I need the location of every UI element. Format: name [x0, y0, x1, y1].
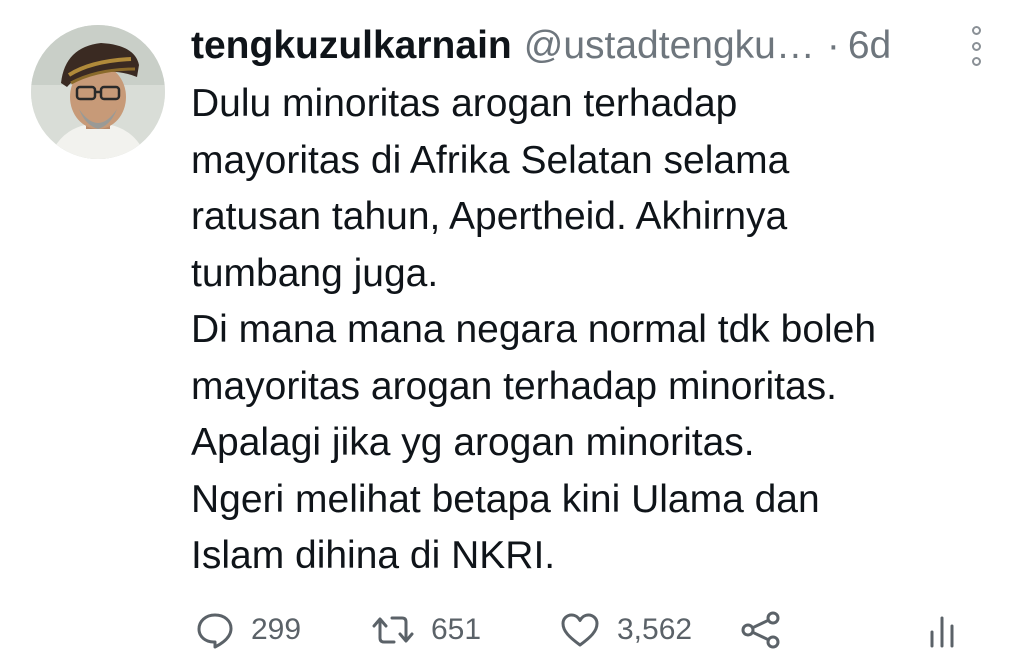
- display-name[interactable]: tengkuzulkarnain: [191, 24, 512, 68]
- retweet-button[interactable]: 651: [371, 600, 481, 660]
- like-count: 3,562: [617, 613, 693, 646]
- timestamp[interactable]: 6d: [848, 24, 891, 68]
- tweet-text-line: Dulu minoritas arogan terhadap: [191, 82, 738, 125]
- reply-button[interactable]: 299: [195, 600, 301, 660]
- tweet-text-line: Apalagi jika yg arogan minoritas.: [191, 421, 755, 464]
- avatar-image: [31, 25, 165, 159]
- like-button[interactable]: 3,562: [559, 600, 692, 660]
- comment-icon: [197, 613, 233, 649]
- tweet-text-line: mayoritas arogan terhadap minoritas.: [191, 364, 837, 408]
- tweet-text-line: tumbang juga.: [191, 251, 439, 295]
- tweet-text-line: Islam dihina di NKRI.: [191, 534, 556, 577]
- more-vertical-icon: [971, 26, 981, 35]
- user-handle[interactable]: @ustadtengku…: [524, 24, 815, 68]
- tweet-text: Dulu minoritas arogan terhadap mayoritas…: [191, 76, 991, 585]
- more-vertical-icon: [971, 41, 981, 51]
- share-button[interactable]: [739, 600, 783, 660]
- share-icon: [741, 611, 780, 649]
- tweet-header: tengkuzulkarnain @ustadtengku… · 6d: [191, 18, 891, 74]
- tweet-text-line: Ngeri melihat betapa kini Ulama dan: [191, 477, 820, 521]
- tweet-actions: 299 651 3,562: [191, 600, 971, 660]
- avatar[interactable]: [31, 25, 165, 159]
- more-options-button[interactable]: [961, 26, 991, 66]
- tweet-text-line: ratusan tahun, Apertheid. Akhirnya: [191, 195, 788, 238]
- analytics-icon: [930, 616, 954, 648]
- reply-count: 299: [251, 613, 302, 646]
- retweet-count: 651: [431, 613, 482, 646]
- heart-icon: [561, 613, 599, 647]
- tweet-text-line: mayoritas di Afrika Selatan selama: [191, 138, 790, 182]
- retweet-icon: [372, 616, 414, 644]
- analytics-button[interactable]: [927, 600, 957, 660]
- tweet-text-line: Di mana mana negara normal tdk boleh: [191, 308, 877, 351]
- tweet[interactable]: tengkuzulkarnain @ustadtengku… · 6d Dulu…: [0, 0, 1024, 659]
- separator-dot: ·: [826, 24, 840, 67]
- more-vertical-icon: [971, 57, 981, 66]
